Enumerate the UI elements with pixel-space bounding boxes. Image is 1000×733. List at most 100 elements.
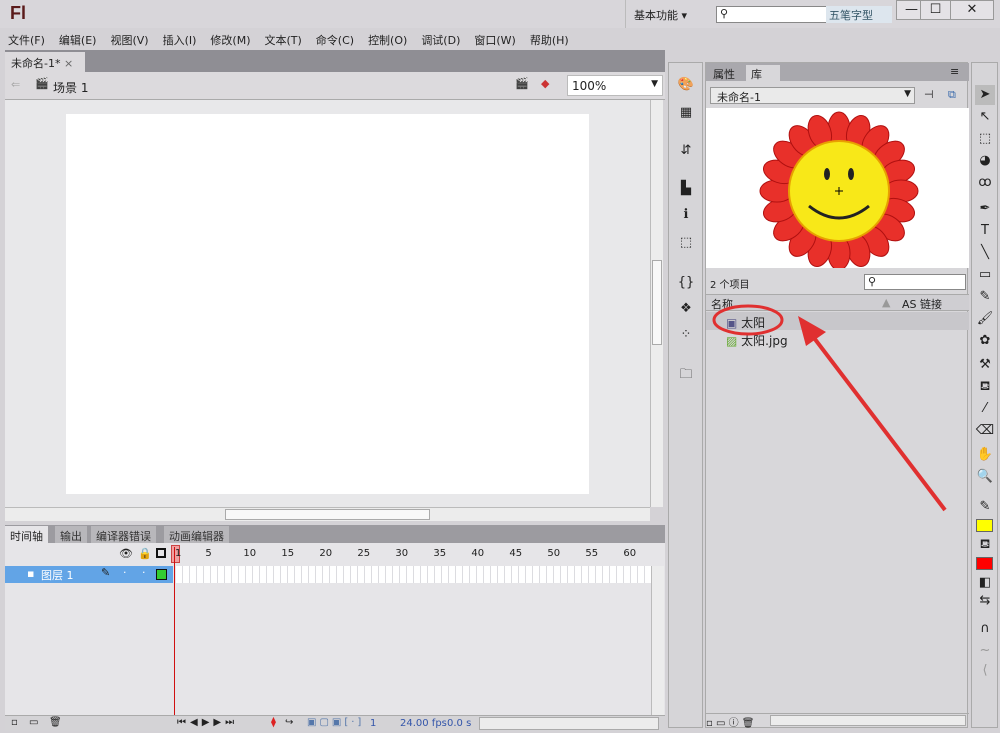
panel-menu-icon[interactable]: ≡ — [950, 65, 959, 78]
library-document-select[interactable]: 未命名-1 ▼ — [710, 87, 915, 104]
black-white-icon[interactable]: ◧ — [975, 573, 995, 593]
loop-icon[interactable]: ↪ — [285, 717, 293, 728]
stroke-color-swatch[interactable] — [976, 519, 993, 532]
scene-label: 场景 1 — [53, 81, 89, 95]
timeline-vscroll[interactable] — [651, 566, 664, 715]
timeline-controls: ▫ ▭ 🗑 ⏮◀▶▶⏭ ⧫ ↪ ▣▢▣[·] 1 24.00 fps 0.0 s — [5, 715, 665, 731]
menu-file[interactable]: 文件(F) — [8, 32, 45, 47]
zoom-select[interactable]: 100% ▼ — [567, 75, 663, 96]
straighten-icon[interactable]: ⟨ — [975, 661, 995, 681]
line-tool-icon[interactable]: ╲ — [975, 243, 995, 263]
delete-icon[interactable]: 🗑 — [49, 717, 62, 728]
onion-skin-icons[interactable]: ▣▢▣[·] — [307, 717, 364, 728]
edit-symbols-icon[interactable]: ◆ — [541, 77, 549, 90]
brush-tool-icon[interactable]: 🖌 — [975, 309, 995, 329]
current-frame[interactable]: 1 — [370, 718, 376, 729]
menu-edit[interactable]: 编辑(E) — [59, 32, 97, 47]
code-snippets-icon[interactable]: {} — [677, 275, 695, 291]
transform-icon[interactable]: ⬚ — [677, 235, 695, 251]
symbol-preview — [706, 108, 969, 271]
close-button[interactable]: ✕ — [950, 0, 994, 20]
annotation-circle — [712, 304, 784, 336]
menu-help[interactable]: 帮助(H) — [530, 32, 569, 47]
fill-color-swatch[interactable] — [976, 557, 993, 570]
playback-controls[interactable]: ⏮◀▶▶⏭ — [177, 717, 238, 728]
tab-motion-editor[interactable]: 动画编辑器 — [164, 526, 229, 543]
tab-compiler-errors[interactable]: 编译器错误 — [91, 526, 156, 543]
menu-modify[interactable]: 修改(M) — [210, 32, 250, 47]
new-symbol-icon[interactable]: ▫ ▭ ⓘ 🗑 — [706, 718, 754, 729]
library-search-input[interactable]: ⚲ — [864, 274, 966, 290]
free-transform-tool-icon[interactable]: ⬚ — [975, 129, 995, 149]
motion-presets-icon[interactable]: ⁘ — [677, 327, 695, 343]
layer-name[interactable]: 图层 1 — [41, 567, 74, 583]
layer-row[interactable]: ▪ 图层 1 ✎ · · — [5, 566, 173, 583]
tab-timeline[interactable]: 时间轴 — [5, 526, 48, 543]
deco-tool-icon[interactable]: ✿ — [975, 331, 995, 351]
document-tab[interactable]: 未命名-1* × — [5, 52, 85, 72]
project-icon[interactable]: 🗀 — [677, 365, 695, 382]
close-tab-icon[interactable]: × — [64, 57, 73, 70]
fill-color-icon[interactable]: ⛾ — [975, 535, 995, 555]
menu-commands[interactable]: 命令(C) — [316, 32, 354, 47]
stroke-color-icon[interactable]: ✎ — [975, 497, 995, 517]
maximize-button[interactable]: ☐ — [920, 0, 951, 20]
new-folder-icon[interactable]: ▭ — [29, 717, 38, 728]
3d-rotation-tool-icon[interactable]: ◕ — [975, 151, 995, 171]
info-icon[interactable]: ℹ — [677, 207, 695, 223]
menu-view[interactable]: 视图(V) — [110, 32, 148, 47]
tab-properties[interactable]: 属性 — [708, 65, 740, 81]
frame-number: 25 — [357, 548, 371, 559]
frame-rate[interactable]: 24.00 fps — [400, 718, 447, 729]
eraser-tool-icon[interactable]: ⌫ — [975, 421, 995, 441]
selection-tool-icon[interactable]: ➤ — [975, 85, 995, 105]
eyedropper-tool-icon[interactable]: ⁄ — [975, 399, 995, 419]
panel-dock: 🎨 ▦ ⇵ ▙ ℹ ⬚ {} ❖ ⁘ 🗀 — [668, 62, 703, 728]
eye-icon[interactable]: 👁 — [119, 547, 133, 560]
pencil-icon: ✎ — [101, 566, 111, 579]
snap-to-objects-icon[interactable]: ∩ — [975, 619, 995, 639]
text-tool-icon[interactable]: T — [975, 221, 995, 241]
horizontal-scrollbar[interactable] — [5, 507, 650, 521]
history-icon[interactable]: ⇵ — [677, 143, 695, 159]
rectangle-tool-icon[interactable]: ▭ — [975, 265, 995, 285]
hand-tool-icon[interactable]: ✋ — [975, 445, 995, 465]
library-hscroll[interactable] — [770, 715, 966, 726]
swap-colors-icon[interactable]: ⇆ — [975, 591, 995, 611]
paint-bucket-tool-icon[interactable]: ⛾ — [975, 377, 995, 397]
bone-tool-icon[interactable]: ⚒ — [975, 355, 995, 375]
edit-scene-icon[interactable]: 🎬 — [515, 77, 529, 90]
swatches-icon[interactable]: ▦ — [677, 105, 695, 121]
lasso-tool-icon[interactable]: ꝏ — [975, 173, 995, 193]
color-palette-icon[interactable]: 🎨 — [677, 77, 695, 93]
back-arrow-icon[interactable]: ⇐ — [11, 78, 20, 91]
subselection-tool-icon[interactable]: ↖ — [975, 107, 995, 127]
layer-color-swatch[interactable] — [156, 569, 167, 580]
menu-window[interactable]: 窗口(W) — [474, 32, 515, 47]
workspace-switcher[interactable]: 基本功能 ▾ — [625, 0, 705, 28]
stage[interactable] — [66, 114, 589, 494]
vertical-scrollbar[interactable] — [650, 100, 663, 507]
item-count: 2 个项目 — [710, 280, 750, 291]
frame-cells[interactable] — [176, 566, 651, 583]
menu-control[interactable]: 控制(O) — [368, 32, 407, 47]
lock-icon[interactable]: 🔒 — [138, 547, 152, 560]
frame-number: 10 — [243, 548, 257, 559]
tab-output[interactable]: 输出 — [55, 526, 87, 543]
tab-library[interactable]: 库 — [746, 65, 780, 81]
outline-icon[interactable] — [156, 548, 166, 558]
menu-insert[interactable]: 插入(I) — [163, 32, 197, 47]
align-icon[interactable]: ▙ — [677, 181, 695, 197]
new-library-panel-icon[interactable]: ⧉ — [948, 88, 956, 102]
menu-debug[interactable]: 调试(D) — [421, 32, 460, 47]
smooth-icon[interactable]: ~ — [975, 641, 995, 661]
center-frame-icon[interactable]: ⧫ — [271, 717, 276, 728]
pin-library-icon[interactable]: ⊣ — [924, 88, 934, 101]
zoom-tool-icon[interactable]: 🔍 — [975, 467, 995, 487]
new-layer-icon[interactable]: ▫ — [11, 717, 18, 728]
pen-tool-icon[interactable]: ✒ — [975, 199, 995, 219]
timeline-hscroll[interactable] — [479, 717, 659, 730]
pencil-tool-icon[interactable]: ✎ — [975, 287, 995, 307]
menu-text[interactable]: 文本(T) — [264, 32, 301, 47]
components-icon[interactable]: ❖ — [677, 301, 695, 317]
